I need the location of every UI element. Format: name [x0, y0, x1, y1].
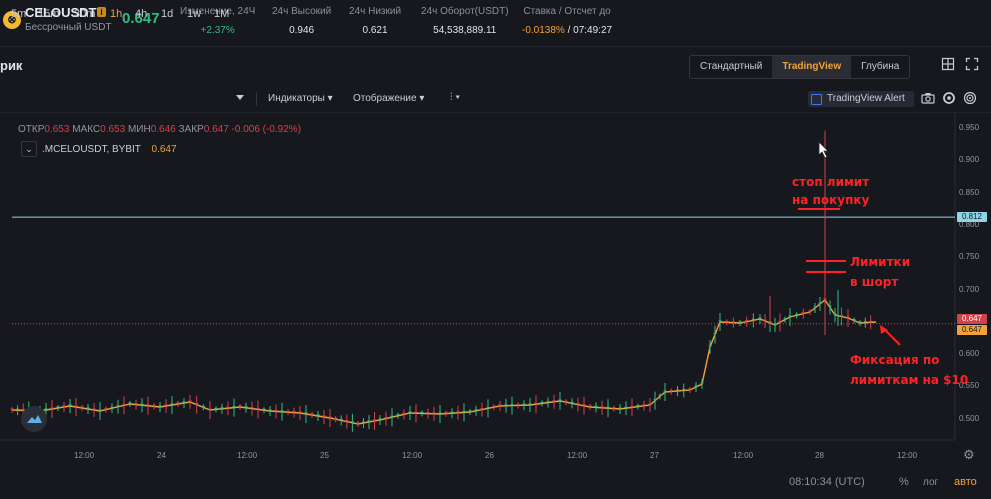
target-icon[interactable]: [963, 91, 977, 105]
price-level-tag: 0.812: [957, 212, 987, 223]
timeframe-1m[interactable]: 1M: [214, 8, 229, 20]
alert-label: TradingView Alert: [827, 93, 905, 104]
fullscreen-icon[interactable]: [965, 57, 979, 71]
open-value: 0.653: [44, 124, 70, 135]
close-label: ЗАКР: [178, 124, 204, 135]
annotation-limits-line2: в шорт: [850, 275, 899, 289]
utc-clock: 08:10:34 (UTC): [789, 476, 865, 488]
time-tick-label: 12:00: [74, 451, 95, 460]
time-tick-label: 25: [320, 451, 329, 460]
series-value: 0.647: [151, 144, 177, 155]
chart-title: рик: [0, 58, 23, 73]
chart-type-button[interactable]: ⫶ ▾: [450, 92, 460, 103]
time-tick-label: 12:00: [897, 451, 918, 460]
annotation-fix-line1: Фиксация по: [850, 353, 940, 367]
stat-value: +2.37%: [200, 25, 235, 36]
log-scale-toggle[interactable]: лог: [923, 477, 938, 488]
display-button[interactable]: Отображение ▾: [353, 93, 424, 104]
price-tick-label: 0.700: [959, 284, 980, 294]
view-tabs: Стандартный TradingView Глубина: [689, 55, 911, 79]
funding-separator: /: [564, 25, 574, 36]
annotation-fix-line2: лимиткам на $10: [850, 373, 969, 387]
timeframe-15m[interactable]: 15m: [38, 8, 59, 20]
timeframe-dropdown-icon[interactable]: [236, 95, 244, 101]
price-chart[interactable]: [0, 112, 991, 465]
axis-settings-icon[interactable]: ⚙: [963, 447, 975, 463]
price-tick-label: 0.900: [959, 155, 980, 165]
time-tick-label: 27: [650, 451, 659, 460]
camera-icon[interactable]: [921, 92, 935, 104]
open-label: ОТКР: [18, 124, 45, 135]
timeframe-5m[interactable]: 5m: [11, 8, 26, 20]
stat-low-24h: 24ч Низкий 0.621: [349, 6, 401, 36]
timeframe-4h[interactable]: 4h: [135, 8, 147, 20]
time-tick-label: 12:00: [237, 451, 258, 460]
price-tick-label: 0.600: [959, 349, 980, 359]
tab-depth[interactable]: Глубина: [851, 56, 909, 78]
ohlc-legend: ОТКР0.653 МАКС0.653 МИН0.646 ЗАКР0.647 -…: [18, 124, 301, 135]
annotation-stop-limit-line2: на покупку: [792, 193, 870, 207]
toolbar-divider: [256, 92, 257, 106]
stat-turnover-24h: 24ч Оборот(USDT) 54,538,889.11: [421, 6, 509, 36]
price-tick-label: 0.750: [959, 252, 980, 262]
stat-label: Ставка / Отсчет до: [523, 6, 611, 17]
ticker-header: ⊗ CELOUSDT i Бессрочный USDT 0.647 Измен…: [0, 0, 991, 47]
annotation-limits-line1: Лимитки: [850, 255, 911, 269]
tab-standard[interactable]: Стандартный: [690, 56, 772, 78]
tab-tradingview[interactable]: TradingView: [772, 56, 852, 78]
funding-rate-value: -0.0138%: [522, 25, 565, 36]
low-label: МИН: [127, 124, 151, 135]
time-tick-label: 12:00: [733, 451, 754, 460]
time-tick-label: 12:00: [402, 451, 423, 460]
auto-scale-toggle[interactable]: авто: [954, 476, 977, 488]
indicators-button[interactable]: Индикаторы ▾: [268, 93, 333, 104]
stat-label: 24ч Высокий: [272, 6, 332, 17]
timeframe-1h[interactable]: 1h: [110, 8, 122, 20]
contract-type: Бессрочный USDT: [25, 22, 112, 33]
high-value: 0.653: [100, 124, 126, 135]
stat-value: -0.0138% / 07:49:27: [522, 25, 612, 36]
stat-label: 24ч Низкий: [349, 6, 402, 17]
stat-value: 54,538,889.11: [433, 25, 497, 36]
high-label: МАКС: [72, 124, 101, 135]
price-tick-label: 0.950: [959, 123, 980, 132]
price-tick-label: 0.850: [959, 187, 980, 197]
alert-icon: [811, 94, 822, 105]
funding-countdown: 07:49:27: [573, 25, 613, 36]
last-price-tag: 0.647: [957, 313, 987, 324]
low-value: 0.646: [150, 124, 176, 135]
series-legend: .MCELOUSDT, BYBIT 0.647: [42, 144, 177, 155]
stat-label: 24ч Оборот(USDT): [421, 6, 509, 17]
chevron-down-icon[interactable]: ⌄: [21, 141, 37, 157]
time-tick-label: 12:00: [567, 451, 588, 460]
stat-value: 0.621: [362, 25, 388, 36]
stat-funding-rate: Ставка / Отсчет до -0.0138% / 07:49:27: [522, 6, 612, 36]
series-price-tag: 0.647: [957, 324, 987, 335]
close-value: 0.647: [203, 124, 229, 135]
stat-value: 0.946: [289, 25, 315, 36]
annotation-stop-limit-line1: стоп лимит: [792, 175, 870, 189]
grid-layout-icon[interactable]: [941, 57, 955, 71]
tradingview-logo-icon[interactable]: [21, 406, 47, 432]
series-name: .MCELOUSDT, BYBIT: [42, 144, 141, 155]
cloud-glyph: [27, 415, 42, 423]
time-tick-label: 24: [157, 451, 166, 460]
price-tick-label: 0.500: [959, 413, 980, 423]
timeframe-30m[interactable]: 30m: [74, 8, 95, 20]
info-icon[interactable]: i: [97, 7, 106, 17]
tradingview-alert-button[interactable]: TradingView Alert: [808, 91, 914, 107]
percent-scale-toggle[interactable]: %: [899, 476, 909, 488]
stat-high-24h: 24ч Высокий 0.946: [272, 6, 331, 36]
settings-icon[interactable]: [942, 91, 956, 105]
timeframe-1d[interactable]: 1d: [161, 8, 173, 20]
mouse-cursor-icon: [818, 141, 829, 159]
time-tick-label: 28: [815, 451, 824, 460]
timeframe-1w[interactable]: 1w: [187, 8, 201, 20]
change-value: -0.006 (-0.92%): [231, 124, 302, 135]
time-tick-label: 26: [485, 451, 494, 460]
